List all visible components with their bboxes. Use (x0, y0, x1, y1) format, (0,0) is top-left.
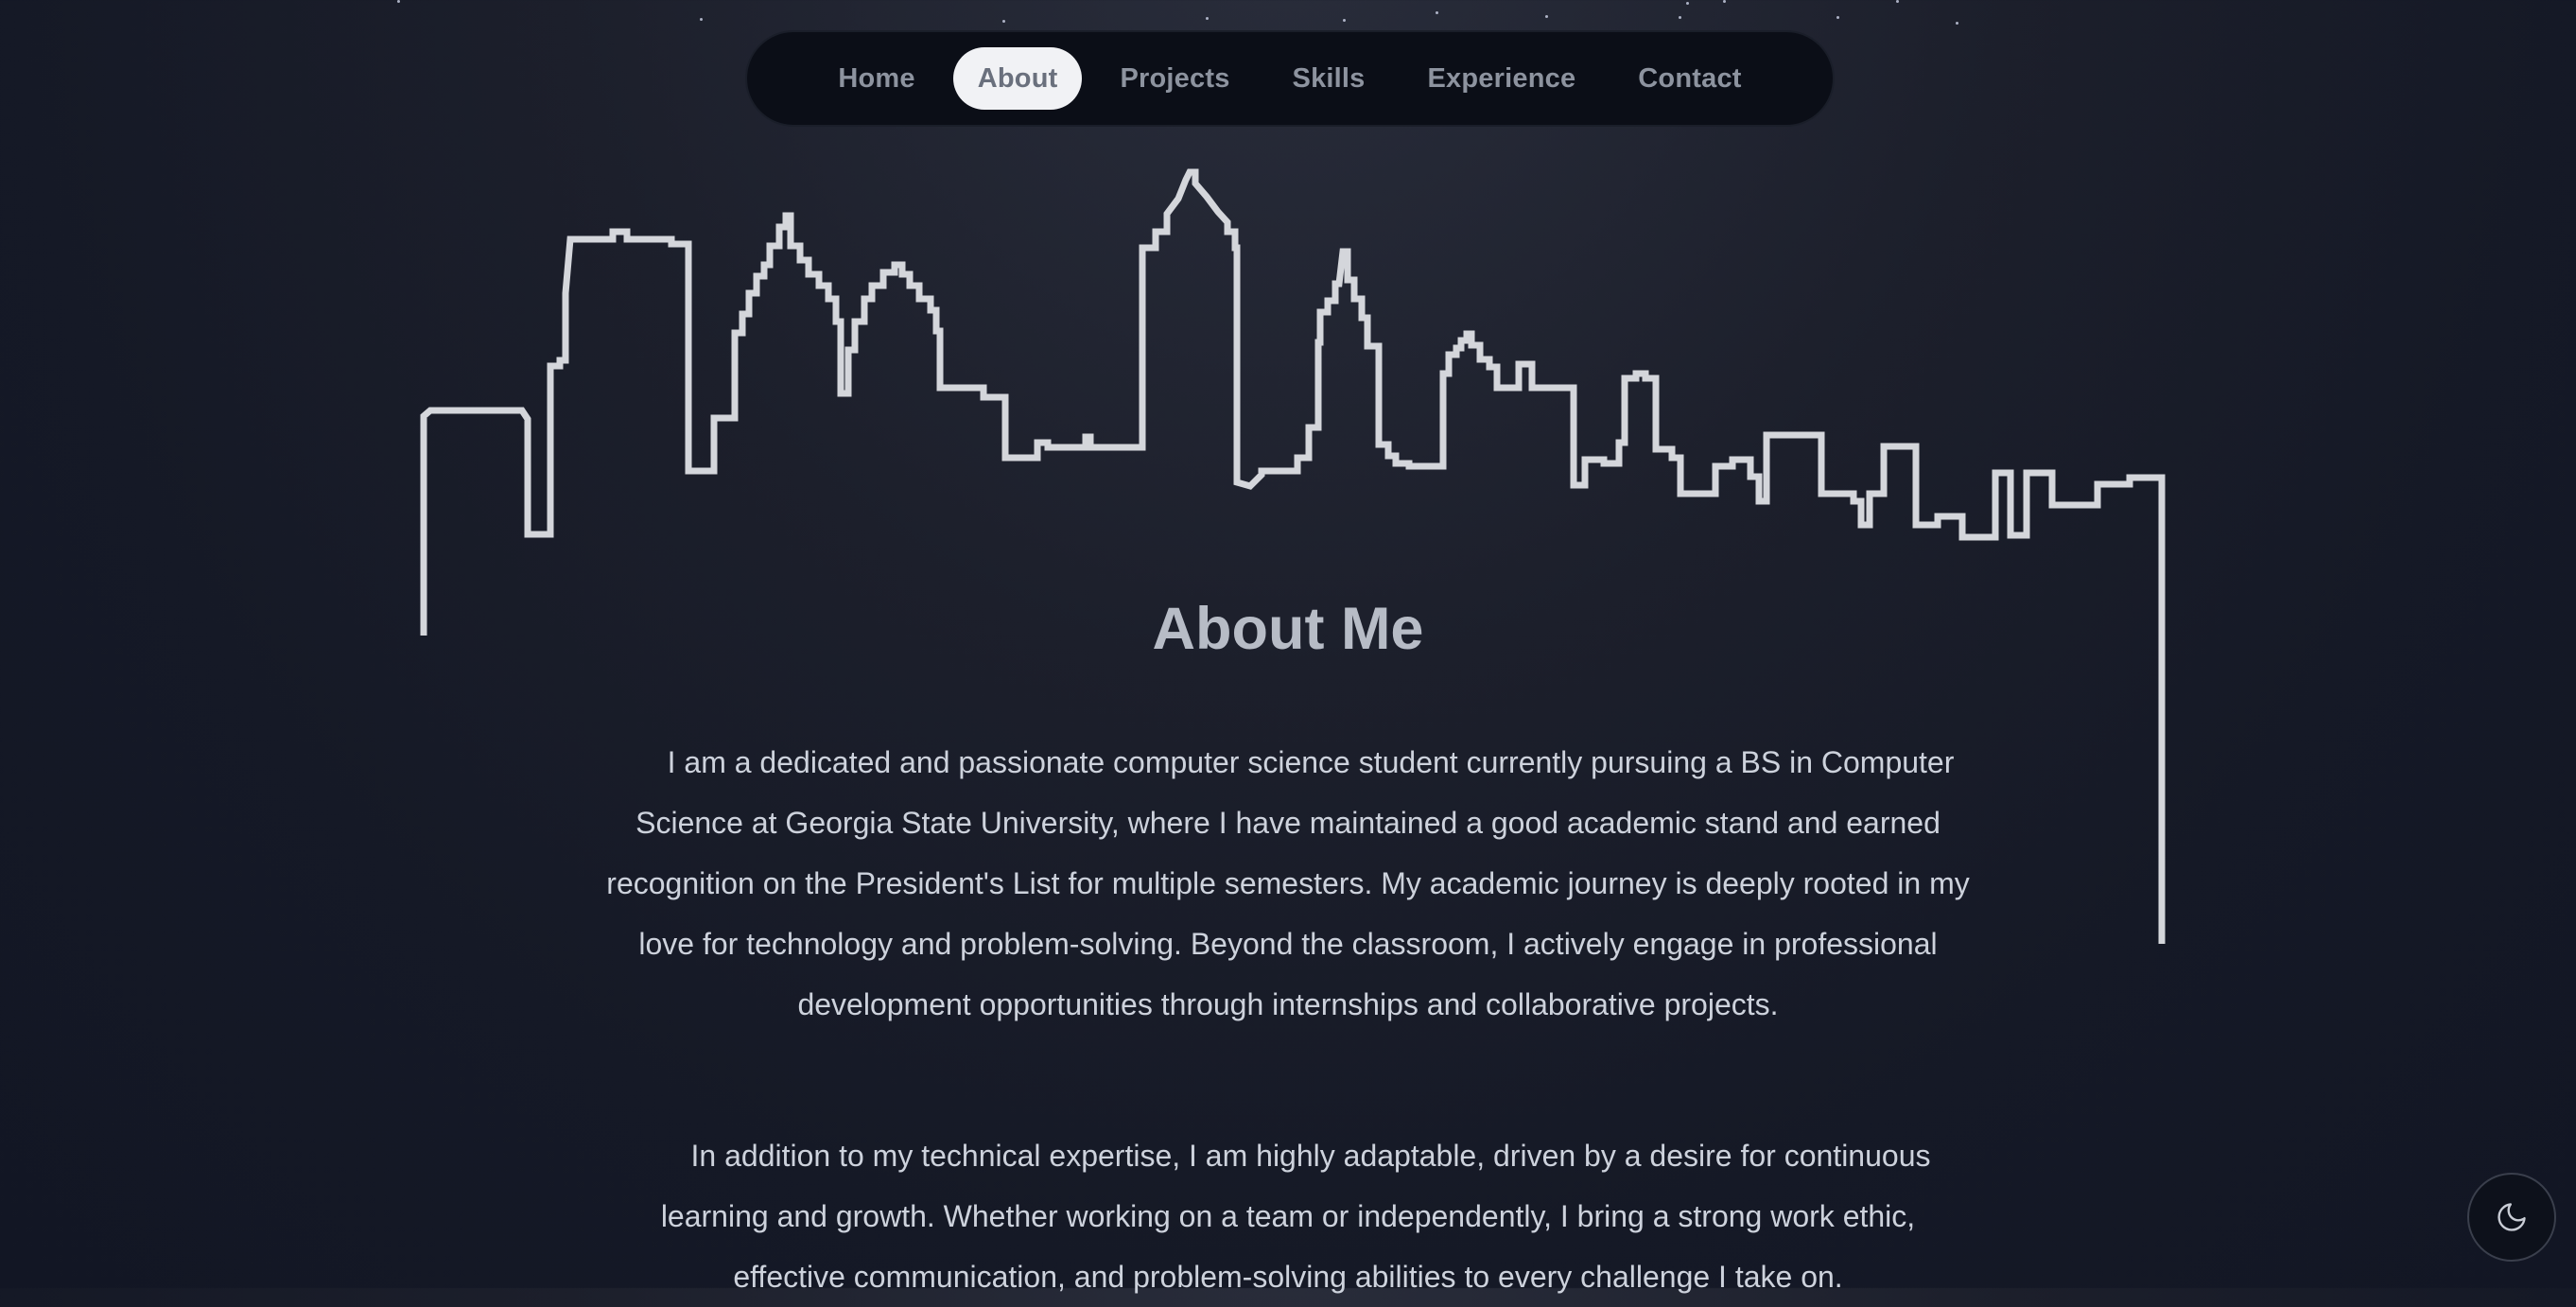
theme-toggle-button[interactable] (2467, 1173, 2556, 1262)
about-section-title: About Me (1152, 596, 1424, 662)
star (1956, 22, 1958, 25)
moon-icon (2498, 1203, 2526, 1231)
star (1436, 11, 1438, 14)
star (1679, 16, 1681, 19)
star (1343, 19, 1346, 22)
star (1723, 0, 1726, 3)
nav-item-projects[interactable]: Projects (1095, 47, 1254, 110)
star (397, 0, 400, 3)
nav-item-experience[interactable]: Experience (1403, 47, 1601, 110)
star (1545, 15, 1548, 18)
nav-item-about[interactable]: About (952, 47, 1083, 110)
about-paragraph-2: In addition to my technical expertise, I… (660, 1139, 1931, 1294)
about-paragraph-1: I am a dedicated and passionate computer… (606, 745, 1970, 1021)
star (1836, 16, 1839, 19)
nav-item-home[interactable]: Home (813, 47, 939, 110)
star (700, 18, 703, 21)
star (1686, 2, 1689, 5)
star (1206, 17, 1209, 20)
main-navigation: Home About Projects Skills Experience Co… (745, 30, 1835, 127)
nav-item-skills[interactable]: Skills (1268, 47, 1390, 110)
star (1002, 20, 1005, 23)
star (1896, 0, 1899, 3)
nav-item-contact[interactable]: Contact (1613, 47, 1766, 110)
